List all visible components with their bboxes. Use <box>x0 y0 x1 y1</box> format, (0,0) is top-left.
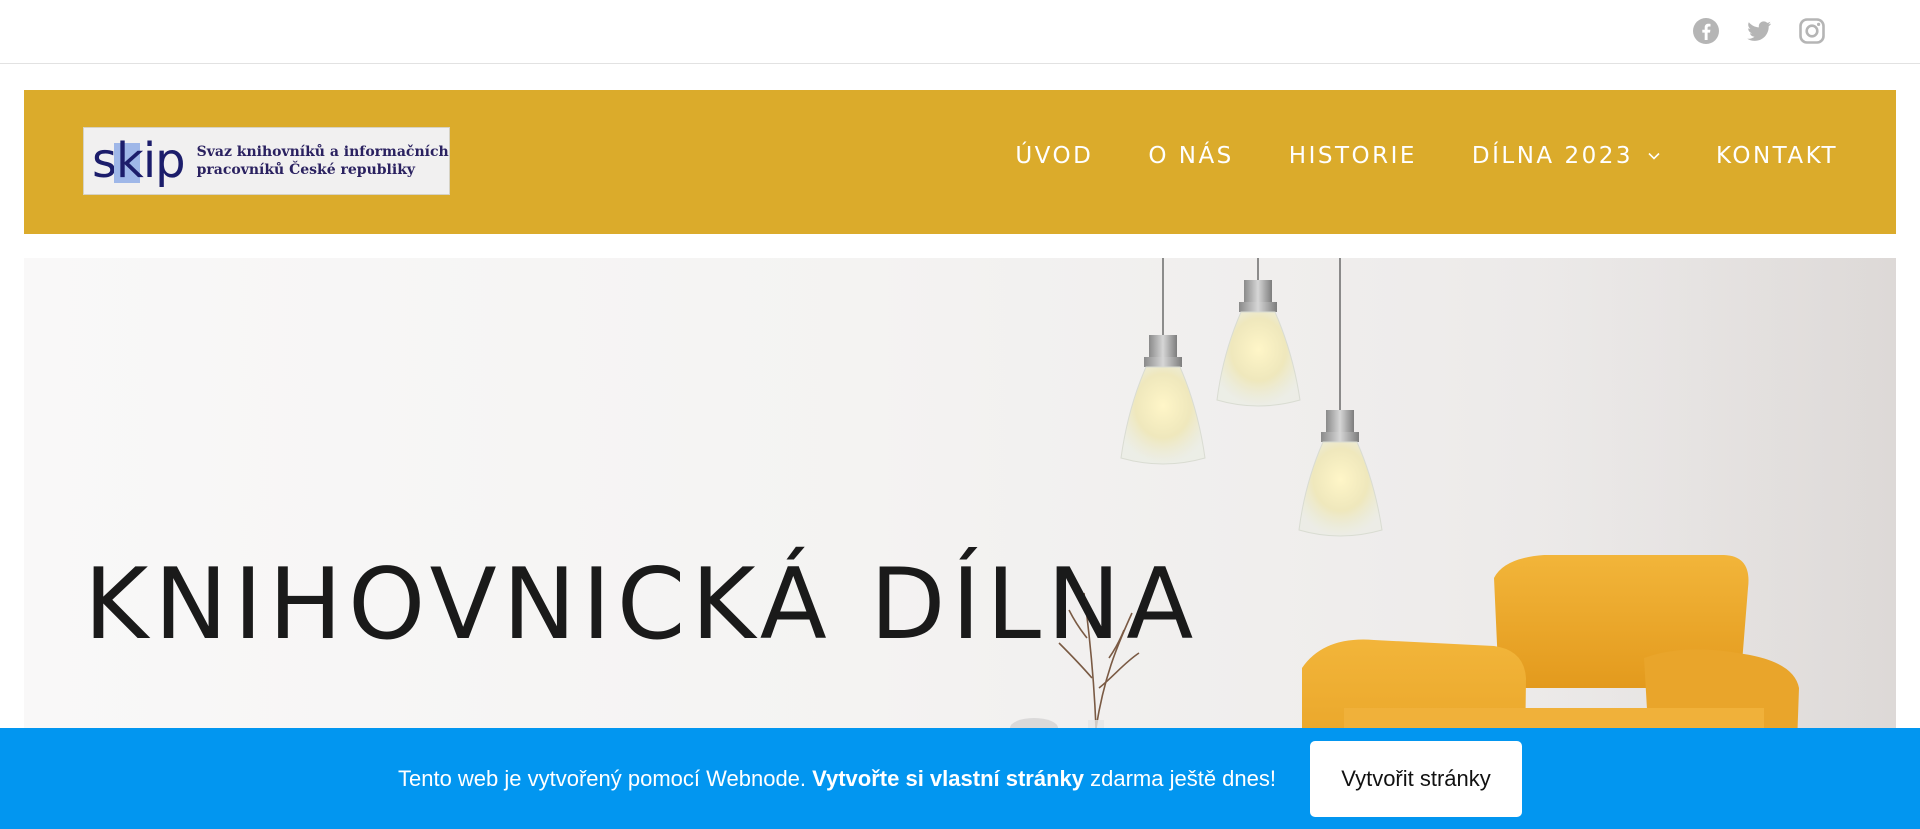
logo[interactable]: s k ip Svaz knihovníků a informačních prac… <box>83 127 450 195</box>
logo-line-1: Svaz knihovníků a informačních <box>196 144 449 160</box>
chevron-down-icon <box>1648 152 1660 160</box>
nav-item-label: O NÁS <box>1148 143 1234 169</box>
instagram-icon <box>1799 18 1825 44</box>
nav-item-label: KONTAKT <box>1716 143 1838 169</box>
nav-item-uvod[interactable]: ÚVOD <box>1015 143 1093 169</box>
logo-text: Svaz knihovníků a informačních pracovník… <box>197 143 449 179</box>
promo-text-after: zdarma ještě dnes! <box>1084 765 1276 791</box>
site-header: s k ip Svaz knihovníků a informačních prac… <box>24 90 1896 234</box>
nav-item-historie[interactable]: HISTORIE <box>1289 143 1417 169</box>
facebook-link[interactable] <box>1692 17 1720 45</box>
top-bar <box>0 0 1920 64</box>
twitter-link[interactable] <box>1745 17 1773 45</box>
main-nav: ÚVOD O NÁS HISTORIE DÍLNA 2023 KONTAKT <box>1015 143 1838 169</box>
twitter-icon <box>1747 21 1771 41</box>
nav-item-dilna-2023[interactable]: DÍLNA 2023 <box>1472 143 1661 169</box>
facebook-icon <box>1693 18 1719 44</box>
instagram-link[interactable] <box>1798 17 1826 45</box>
nav-item-label: HISTORIE <box>1288 143 1417 169</box>
social-links <box>1692 17 1826 45</box>
pendant-lamp <box>1120 258 1206 465</box>
promo-text: Tento web je vytvořený pomocí Webnode. V… <box>398 766 1276 792</box>
promo-link[interactable]: Vytvořte si vlastní stránky <box>812 766 1084 791</box>
nav-item-label: ÚVOD <box>1015 143 1094 169</box>
nav-item-o-nas[interactable]: O NÁS <box>1148 143 1233 169</box>
nav-item-kontakt[interactable]: KONTAKT <box>1716 143 1838 169</box>
hero-title: KNIHOVNICKÁ DÍLNA <box>84 548 1200 662</box>
pendant-lamp <box>1216 258 1301 407</box>
promo-bar: Tento web je vytvořený pomocí Webnode. V… <box>0 728 1920 829</box>
create-site-button[interactable]: Vytvořit stránky <box>1310 740 1522 817</box>
promo-text-before: Tento web je vytvořený pomocí Webnode. <box>397 765 813 791</box>
logo-mark: s k ip <box>92 133 186 189</box>
logo-line-2: pracovníků České republiky <box>196 162 416 178</box>
pendant-lamp <box>1298 258 1383 537</box>
nav-item-label: DÍLNA 2023 <box>1471 143 1634 169</box>
